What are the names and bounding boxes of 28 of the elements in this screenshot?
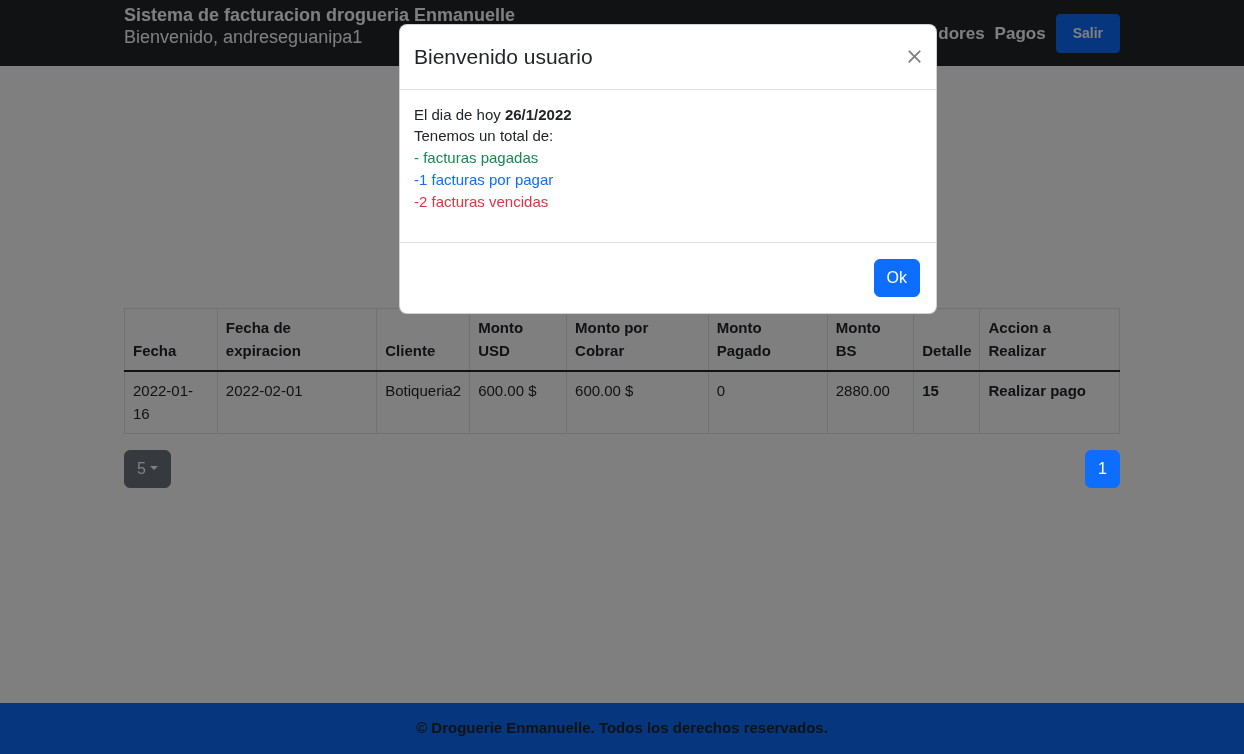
message-line: -1 facturas por pagar: [414, 169, 555, 190]
table-cell: 600.00 $: [566, 371, 709, 434]
table-cell: 2022-02-01: [217, 371, 377, 434]
table-cell: 2880.00: [827, 371, 914, 434]
message-line: -2 facturas vencidas: [414, 191, 550, 212]
logout-button[interactable]: Salir: [1055, 14, 1120, 53]
nav-link[interactable]: dores: [938, 20, 985, 47]
message-line: - facturas pagadas: [414, 148, 540, 168]
table-cell: 0: [708, 371, 828, 434]
footer-text: © Droguerie Enmanuelle. Todos los derechos reservados.: [0, 703, 1244, 754]
nav-link[interactable]: Pagos: [994, 20, 1046, 47]
message-line: El dia de hoy 26/1/2022: [414, 104, 573, 125]
column-header: Fecha: [124, 308, 218, 371]
column-header: Accion a Realizar: [980, 308, 1120, 371]
page-button[interactable]: 1: [1085, 450, 1120, 488]
ok-button[interactable]: Ok: [873, 259, 920, 298]
message-line: Tenemos un total de:: [414, 126, 555, 147]
page-size-dropdown[interactable]: 5: [124, 450, 171, 488]
table-cell: Botiqueria2: [376, 371, 470, 434]
column-header: Fecha de expiracion: [217, 308, 377, 371]
welcome-text: Bienvenido, andreseguanipa1: [124, 25, 364, 49]
table-cell: 2022-01-16: [124, 371, 218, 434]
table-link[interactable]: 15: [913, 371, 980, 434]
close-icon[interactable]: [907, 49, 922, 65]
table-link[interactable]: Realizar pago: [980, 371, 1120, 434]
app-title: Sistema de facturacion drogueria Enmanuelle: [124, 6, 516, 26]
modal-title: Bienvenido usuario: [414, 44, 593, 70]
table-cell: 600.00 $: [469, 371, 567, 434]
